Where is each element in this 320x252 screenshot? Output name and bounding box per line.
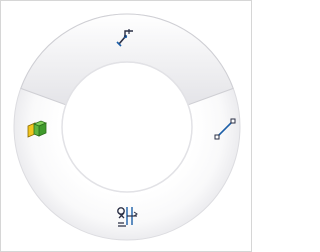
line-button[interactable] bbox=[213, 117, 237, 141]
sketch-icon bbox=[116, 29, 133, 47]
part-button[interactable] bbox=[24, 117, 48, 141]
smart-dimension-icon bbox=[117, 207, 138, 227]
sketch-button[interactable] bbox=[114, 26, 138, 50]
parts-3d-icon bbox=[27, 120, 47, 138]
gesture-canvas bbox=[0, 0, 252, 252]
smart-dimension-button[interactable] bbox=[115, 204, 139, 228]
line-icon bbox=[214, 118, 236, 140]
wheel-inner-rim bbox=[61, 61, 193, 193]
